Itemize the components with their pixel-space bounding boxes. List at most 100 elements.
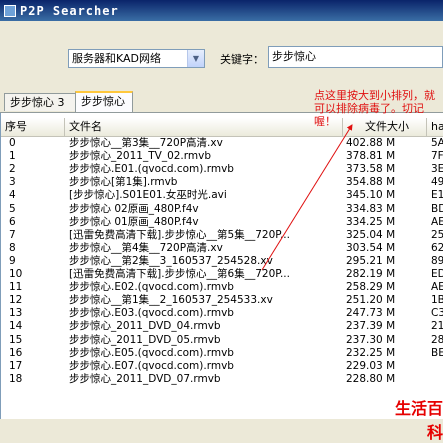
- row-index: 11: [9, 281, 23, 294]
- row-hash: 49: [431, 176, 443, 189]
- row-index: 15: [9, 333, 23, 346]
- results-list[interactable]: 序号 文件名 文件大小 ha 0步步惊心__第3集__720P高清.xv402.…: [0, 113, 443, 419]
- row-hash: 25: [431, 228, 443, 241]
- table-row[interactable]: 2 步步惊心.E01.(qvocd.com).rmvb 373.58 M 3E: [1, 163, 443, 176]
- table-row[interactable]: 9 步步惊心__第2集__3_160537_254528.xv 295.21 M 89: [1, 255, 443, 268]
- row-hash: C3: [431, 307, 443, 320]
- row-filename: 步步惊心.E02.(qvocd.com).rmvb: [69, 281, 234, 294]
- row-filesize: 229.03 M: [346, 359, 396, 372]
- row-filename: 步步惊心__第2集__3_160537_254528.xv: [69, 254, 273, 267]
- row-filesize: 295.21 M: [346, 254, 396, 267]
- row-index: 7: [9, 228, 16, 241]
- row-filesize: 258.29 M: [346, 281, 396, 294]
- row-hash: ED: [431, 268, 443, 280]
- table-row[interactable]: 13 步步惊心.E03.(qvocd.com).rmvb 247.73 M C3: [1, 307, 443, 320]
- row-filename: 步步惊心_2011_DVD_05.rmvb: [69, 333, 221, 346]
- row-filesize: 354.88 M: [346, 176, 396, 189]
- row-index: 17: [9, 359, 23, 372]
- row-index: 14: [9, 320, 23, 333]
- keyword-label: 关键字：: [220, 53, 264, 66]
- row-filename: 步步惊心 02原画_480P.f4v: [69, 202, 199, 215]
- table-row[interactable]: 3 步步惊心[第1集].rmvb 354.88 M 49: [1, 176, 443, 189]
- table-row[interactable]: 6 步步惊心 01原画_480P.f4v 334.25 M AE: [1, 216, 443, 229]
- row-index: 4: [9, 189, 16, 202]
- row-filesize: 247.73 M: [346, 307, 396, 320]
- tab-search[interactable]: 步步惊心: [75, 91, 133, 112]
- table-row[interactable]: 16 步步惊心.E05.(qvocd.com).rmvb 232.25 M BE: [1, 347, 443, 360]
- keyword-input[interactable]: 步步惊心: [268, 46, 443, 68]
- row-hash: 5A: [431, 137, 443, 149]
- row-hash: 3E: [431, 163, 443, 176]
- row-filesize: 334.25 M: [346, 215, 396, 228]
- table-row[interactable]: 8 步步惊心__第4集__720P高清.xv 303.54 M 62: [1, 242, 443, 255]
- row-filename: 步步惊心.E03.(qvocd.com).rmvb: [69, 307, 234, 320]
- title-bar: P2P Searcher: [0, 0, 443, 21]
- row-index: 10: [9, 268, 23, 280]
- row-filesize: 251.20 M: [346, 294, 396, 307]
- row-filename: 步步惊心[第1集].rmvb: [69, 176, 178, 189]
- row-index: 3: [9, 176, 16, 189]
- row-filename: 步步惊心_2011_TV_02.rmvb: [69, 150, 212, 163]
- row-index: 9: [9, 254, 16, 267]
- row-filesize: 325.04 M: [346, 228, 396, 241]
- tab-search-3[interactable]: 步步惊心 3: [4, 93, 76, 111]
- row-filesize: 232.25 M: [346, 346, 396, 359]
- row-index: 5: [9, 202, 16, 215]
- watermark-char: 百: [426, 399, 443, 418]
- row-filename: 步步惊心__第1集__2_160537_254533.xv: [69, 294, 273, 307]
- table-row[interactable]: 10 [迅雷免费高清下载].步步惊心__第6集__720P... 282.19 M E…: [1, 268, 443, 281]
- network-select[interactable]: 服务器和KAD网络 ▼: [68, 49, 205, 68]
- column-index[interactable]: 序号: [1, 118, 65, 136]
- table-row[interactable]: 17 步步惊心.E07.(qvocd.com).rmvb 229.03 M: [1, 360, 443, 373]
- watermark-char: 科: [426, 423, 443, 442]
- row-filename: 步步惊心.E01.(qvocd.com).rmvb: [69, 163, 234, 176]
- table-row[interactable]: 11 步步惊心.E02.(qvocd.com).rmvb 258.29 M AE: [1, 281, 443, 294]
- row-index: 8: [9, 241, 16, 254]
- row-filesize: 378.81 M: [346, 150, 396, 163]
- column-filename[interactable]: 文件名: [65, 118, 343, 136]
- row-index: 1: [9, 150, 16, 163]
- row-filename: 步步惊心__第3集__720P高清.xv: [69, 137, 223, 149]
- row-hash: AE: [431, 215, 443, 228]
- row-filename: [迅雷免费高清下载].步步惊心__第6集__720P...: [69, 268, 290, 280]
- table-row[interactable]: 0 步步惊心__第3集__720P高清.xv 402.88 M 5A: [1, 137, 443, 150]
- row-filesize: 345.10 M: [346, 189, 396, 202]
- row-index: 12: [9, 294, 23, 307]
- row-hash: BD: [431, 202, 443, 215]
- row-filesize: 402.88 M: [346, 137, 396, 149]
- window-title: P2P Searcher: [20, 3, 119, 18]
- row-filesize: 334.83 M: [346, 202, 396, 215]
- row-filename: [迅雷免费高清下载].步步惊心__第5集__720P...: [69, 228, 290, 241]
- red-annotation: 点这里按大到小排列，就可以排除病毒了。切记喔！: [314, 89, 435, 128]
- app-icon: [4, 4, 16, 17]
- row-index: 2: [9, 163, 16, 176]
- row-index: 6: [9, 215, 16, 228]
- row-filename: 步步惊心 01原画_480P.f4v: [69, 215, 199, 228]
- table-row[interactable]: 12 步步惊心__第1集__2_160537_254533.xv 251.20 M 1…: [1, 294, 443, 307]
- watermark-logo: 生活百科: [380, 395, 443, 442]
- row-filename: 步步惊心_2011_DVD_04.rmvb: [69, 320, 221, 333]
- table-row[interactable]: 15 步步惊心_2011_DVD_05.rmvb 237.30 M 28: [1, 334, 443, 347]
- row-filename: [步步惊心].S01E01.女巫时光.avi: [69, 189, 227, 202]
- row-index: 18: [9, 372, 23, 385]
- row-filename: 步步惊心.E05.(qvocd.com).rmvb: [69, 346, 234, 359]
- row-filename: 步步惊心__第4集__720P高清.xv: [69, 241, 223, 254]
- table-row[interactable]: 5 步步惊心 02原画_480P.f4v 334.83 M BD: [1, 203, 443, 216]
- row-index: 16: [9, 346, 23, 359]
- row-filesize: 228.80 M: [346, 372, 396, 385]
- row-hash: AE: [431, 281, 443, 294]
- row-hash: 28: [431, 333, 443, 346]
- row-index: 13: [9, 307, 23, 320]
- table-row[interactable]: 14 步步惊心_2011_DVD_04.rmvb 237.39 M 21: [1, 320, 443, 333]
- row-hash: E1: [431, 189, 443, 202]
- row-hash: BE: [431, 346, 443, 359]
- table-row[interactable]: 7 [迅雷免费高清下载].步步惊心__第5集__720P... 325.04 M 25: [1, 229, 443, 242]
- table-row[interactable]: 18 步步惊心_2011_DVD_07.rmvb 228.80 M: [1, 373, 443, 386]
- row-hash: 1B: [431, 294, 443, 307]
- table-row[interactable]: 1 步步惊心_2011_TV_02.rmvb 378.81 M 7F: [1, 150, 443, 163]
- watermark-char: 活: [410, 399, 427, 418]
- table-row[interactable]: 4 [步步惊心].S01E01.女巫时光.avi 345.10 M E1: [1, 189, 443, 202]
- row-filesize: 282.19 M: [346, 268, 396, 280]
- chevron-down-icon[interactable]: ▼: [187, 50, 204, 67]
- row-hash: 7F: [431, 150, 443, 163]
